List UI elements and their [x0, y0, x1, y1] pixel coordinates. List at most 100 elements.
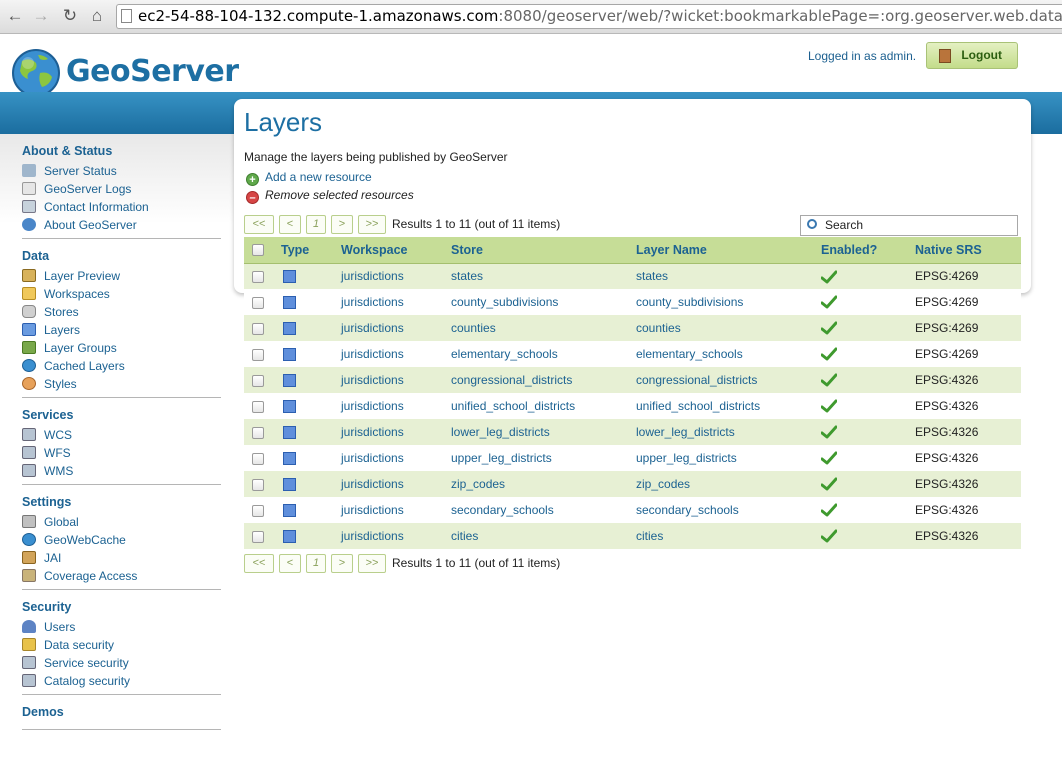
layer-name-link[interactable]: congressional_districts [636, 367, 821, 393]
layer-name-link[interactable]: cities [636, 523, 821, 549]
remove-resources-link[interactable]: – Remove selected resources [246, 187, 414, 204]
store-link[interactable]: states [451, 263, 636, 289]
pager-prev-button[interactable]: < [279, 554, 301, 573]
sidebar-item-layers[interactable]: Layers [22, 321, 221, 339]
sidebar-item-label: WCS [44, 428, 72, 442]
workspace-link[interactable]: jurisdictions [341, 393, 451, 419]
select-all-checkbox[interactable] [252, 244, 264, 257]
store-link[interactable]: zip_codes [451, 471, 636, 497]
sidebar-item-workspaces[interactable]: Workspaces [22, 285, 221, 303]
table-row: jurisdictions lower_leg_districts lower_le… [244, 419, 1021, 445]
sidebar-item-catalog-security[interactable]: Catalog security [22, 672, 221, 690]
layer-name-link[interactable]: secondary_schools [636, 497, 821, 523]
layer-name-link[interactable]: zip_codes [636, 471, 821, 497]
sidebar-item-layer-preview[interactable]: Layer Preview [22, 267, 221, 285]
logout-button[interactable]: Logout [926, 42, 1018, 69]
workspace-link[interactable]: jurisdictions [341, 315, 451, 341]
store-link[interactable]: elementary_schools [451, 341, 636, 367]
sidebar-item-demos[interactable]: Demos [22, 703, 221, 723]
sidebar-item-users[interactable]: Users [22, 618, 221, 636]
pager-first-button[interactable]: << [244, 554, 274, 573]
layer-name-link[interactable]: unified_school_districts [636, 393, 821, 419]
sidebar-item-stores[interactable]: Stores [22, 303, 221, 321]
sidebar-item-wcs[interactable]: WCS [22, 426, 221, 444]
layer-name-link[interactable]: lower_leg_districts [636, 419, 821, 445]
layer-name-link[interactable]: elementary_schools [636, 341, 821, 367]
enabled-check-icon [821, 270, 837, 284]
sidebar-item-service-security[interactable]: Service security [22, 654, 221, 672]
pager-last-button[interactable]: >> [358, 215, 386, 234]
sidebar-item-server-status[interactable]: Server Status [22, 162, 221, 180]
pager-next-button[interactable]: > [331, 215, 353, 234]
layer-name-link[interactable]: county_subdivisions [636, 289, 821, 315]
store-link[interactable]: counties [451, 315, 636, 341]
pager-last-button[interactable]: >> [358, 554, 386, 573]
row-checkbox[interactable] [252, 400, 264, 413]
sidebar-item-wfs[interactable]: WFS [22, 444, 221, 462]
row-checkbox[interactable] [252, 426, 264, 439]
row-checkbox[interactable] [252, 478, 264, 491]
sidebar-item-label: Coverage Access [44, 569, 138, 583]
store-link[interactable]: upper_leg_districts [451, 445, 636, 471]
row-checkbox[interactable] [252, 374, 264, 387]
sidebar-item-wms[interactable]: WMS [22, 462, 221, 480]
workspace-link[interactable]: jurisdictions [341, 263, 451, 289]
row-checkbox[interactable] [252, 452, 264, 465]
row-checkbox[interactable] [252, 322, 264, 335]
row-checkbox[interactable] [252, 271, 264, 284]
sidebar-item-coverage-access[interactable]: Coverage Access [22, 567, 221, 585]
workspace-link[interactable]: jurisdictions [341, 367, 451, 393]
row-checkbox[interactable] [252, 504, 264, 517]
store-link[interactable]: county_subdivisions [451, 289, 636, 315]
store-link[interactable]: secondary_schools [451, 497, 636, 523]
logo-text[interactable]: GeoServer [66, 54, 239, 89]
workspace-link[interactable]: jurisdictions [341, 419, 451, 445]
column-header-layer-name[interactable]: Layer Name [636, 237, 821, 264]
column-header-native-srs[interactable]: Native SRS [915, 237, 1021, 264]
row-checkbox[interactable] [252, 296, 264, 309]
reload-icon[interactable]: ↻ [59, 5, 81, 27]
workspace-link[interactable]: jurisdictions [341, 523, 451, 549]
sidebar-item-geoserver-logs[interactable]: GeoServer Logs [22, 180, 221, 198]
column-header-type[interactable]: Type [281, 237, 341, 264]
layer-name-link[interactable]: upper_leg_districts [636, 445, 821, 471]
sidebar-item-contact-information[interactable]: Contact Information [22, 198, 221, 216]
sidebar-item-global[interactable]: Global [22, 513, 221, 531]
store-link[interactable]: congressional_districts [451, 367, 636, 393]
workspace-link[interactable]: jurisdictions [341, 497, 451, 523]
workspace-link[interactable]: jurisdictions [341, 445, 451, 471]
url-bar[interactable]: ec2-54-88-104-132.compute-1.amazonaws.co… [116, 4, 1062, 29]
sidebar-item-geowebcache[interactable]: GeoWebCache [22, 531, 221, 549]
pager-page-button[interactable]: 1 [306, 554, 326, 573]
home-icon[interactable]: ⌂ [86, 5, 108, 27]
store-link[interactable]: lower_leg_districts [451, 419, 636, 445]
sidebar-item-jai[interactable]: JAI [22, 549, 221, 567]
pager-first-button[interactable]: << [244, 215, 274, 234]
workspace-link[interactable]: jurisdictions [341, 471, 451, 497]
sidebar-item-about-geoserver[interactable]: About GeoServer [22, 216, 221, 234]
sidebar-item-styles[interactable]: Styles [22, 375, 221, 393]
pager-prev-button[interactable]: < [279, 215, 301, 234]
layer-name-link[interactable]: states [636, 263, 821, 289]
column-header-enabled[interactable]: Enabled? [821, 237, 915, 264]
column-header-store[interactable]: Store [451, 237, 636, 264]
column-header-workspace[interactable]: Workspace [341, 237, 451, 264]
store-link[interactable]: cities [451, 523, 636, 549]
sidebar-item-data-security[interactable]: Data security [22, 636, 221, 654]
sidebar-item-cached-layers[interactable]: Cached Layers [22, 357, 221, 375]
pager-page-button[interactable]: 1 [306, 215, 326, 234]
forward-arrow-icon[interactable]: → [30, 5, 52, 27]
back-arrow-icon[interactable]: ← [4, 5, 26, 27]
sidebar-item-layer-groups[interactable]: Layer Groups [22, 339, 221, 357]
workspace-link[interactable]: jurisdictions [341, 289, 451, 315]
pager-next-button[interactable]: > [331, 554, 353, 573]
workspace-link[interactable]: jurisdictions [341, 341, 451, 367]
enabled-cell [821, 393, 915, 419]
store-link[interactable]: unified_school_districts [451, 393, 636, 419]
add-resource-link[interactable]: + Add a new resource [246, 169, 372, 186]
row-checkbox[interactable] [252, 530, 264, 543]
type-cell [281, 523, 341, 549]
layer-name-link[interactable]: counties [636, 315, 821, 341]
search-input[interactable]: Search [800, 215, 1018, 236]
row-checkbox[interactable] [252, 348, 264, 361]
